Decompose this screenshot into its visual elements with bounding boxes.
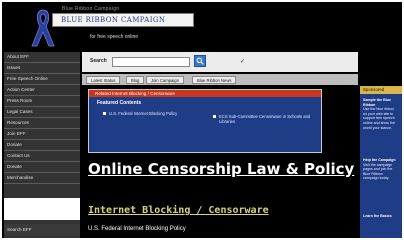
nav-item-legal-cases[interactable]: Legal Cases [4, 107, 80, 118]
sidebar-block-title[interactable]: Help the Campaign [363, 158, 399, 163]
bullet-icon [213, 115, 216, 118]
search-icon [196, 57, 204, 65]
tab-blog[interactable]: Blog [126, 76, 145, 84]
sidebar-block-text: Use the blue ribbon on your web site to … [363, 107, 395, 130]
section-heading[interactable]: Internet Blocking / Censorware [88, 205, 356, 216]
campaign-banner[interactable]: BLUE RIBBON CAMPAIGN [52, 13, 194, 27]
search-input[interactable] [112, 57, 190, 67]
related-link[interactable]: U.S. Federal Internet Blocking Policy [109, 111, 209, 116]
site-header: Blue Ribbon Campaign BLUE RIBBON CAMPAIG… [2, 2, 402, 52]
search-label: Search [90, 58, 107, 64]
related-box: Related Internet Blocking / Censorware F… [88, 89, 322, 153]
nav-item-contact[interactable]: Contact Us [4, 151, 80, 162]
nav-item-press-room[interactable]: Press Room [4, 96, 80, 107]
related-link[interactable]: ECS Sub-Committee Censorware in Schools … [219, 114, 319, 124]
nav-item-merchandise[interactable]: Merchandise [4, 173, 80, 184]
nav-item-search[interactable]: Search EFF [4, 224, 80, 236]
tagline: for free speech online [90, 34, 139, 40]
nav-image-slot [4, 198, 80, 220]
nav-item-resources[interactable]: Resources [4, 118, 80, 129]
tab-news[interactable]: Blue Ribbon News [192, 76, 237, 84]
sidebar-block: Help the Campaign Visit the campaign pag… [363, 158, 399, 181]
bullet-icon [103, 112, 106, 115]
sidebar-block-text: Visit the campaign pages and join the Bl… [363, 162, 393, 181]
page: Blue Ribbon Campaign BLUE RIBBON CAMPAIG… [2, 2, 402, 238]
nav-item-donate[interactable]: Donate [4, 140, 80, 151]
org-line: Blue Ribbon Campaign [62, 6, 120, 12]
search-button[interactable] [194, 55, 206, 67]
sidebar-block: Sample the Blue Ribbon Use the blue ribb… [363, 98, 399, 130]
sidebar-heading: Sponsored [360, 86, 402, 94]
nav-item-free-speech[interactable]: Free Speech Online [4, 74, 80, 85]
sidebar-block-title[interactable]: Sample the Blue Ribbon [363, 98, 399, 107]
related-box-title: Related Internet Blocking / Censorware [89, 90, 321, 97]
nav-item-issues[interactable]: Issues [4, 63, 80, 74]
nav-item-donate-2[interactable]: Donate [4, 162, 80, 173]
left-nav: About EFF Issues Free Speech Online Acti… [4, 52, 80, 238]
main-content: Related Internet Blocking / Censorware F… [82, 87, 358, 238]
nav-item-action-center[interactable]: Action Center [4, 85, 80, 96]
nav-item-about[interactable]: About EFF [4, 52, 80, 63]
search-bar: Search ✓ [82, 52, 358, 72]
nav-item-join[interactable]: Join EFF [4, 129, 80, 140]
tab-join-campaign[interactable]: Join Campaign [146, 76, 184, 84]
right-sidebar: Sponsored Sample the Blue Ribbon Use the… [360, 86, 402, 238]
page-title: Online Censorship Law & Policy [88, 160, 355, 178]
section-subtitle: U.S. Federal Internet Blocking Policy [88, 226, 186, 232]
related-box-subtitle: Featured Contents [97, 100, 142, 106]
tab-bar: Latest Status Blog Join Campaign Blue Ri… [82, 74, 358, 85]
check-icon: ✓ [240, 59, 246, 65]
sidebar-block: Learn the Basics [363, 214, 399, 219]
tab-latest-status[interactable]: Latest Status [86, 76, 121, 84]
sidebar-block-title[interactable]: Learn the Basics [363, 214, 399, 219]
